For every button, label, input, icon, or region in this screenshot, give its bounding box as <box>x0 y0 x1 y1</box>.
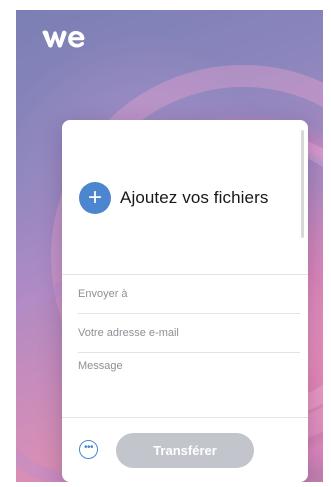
message-textarea[interactable] <box>78 360 300 416</box>
transfer-panel: + Ajoutez vos fichiers ••• Transférer <box>62 120 308 482</box>
background-wallpaper: + Ajoutez vos fichiers ••• Transférer <box>16 10 323 482</box>
footer-divider <box>62 417 308 418</box>
add-files-label: Ajoutez vos fichiers <box>120 188 269 207</box>
transfer-button[interactable]: Transférer <box>116 433 254 468</box>
sender-email-input[interactable] <box>78 327 300 339</box>
panel-scrollbar[interactable] <box>301 130 304 238</box>
sender-email-field[interactable] <box>78 314 300 353</box>
recipient-input[interactable] <box>78 288 300 300</box>
ellipsis-circle-icon: ••• <box>83 441 94 453</box>
more-options-button[interactable]: ••• <box>79 440 98 459</box>
plus-icon[interactable]: + <box>79 182 111 214</box>
wetransfer-logo-icon[interactable] <box>42 28 86 50</box>
recipient-field[interactable] <box>78 275 300 314</box>
message-field[interactable] <box>78 360 300 416</box>
add-files-button[interactable]: + Ajoutez vos fichiers <box>79 182 268 214</box>
